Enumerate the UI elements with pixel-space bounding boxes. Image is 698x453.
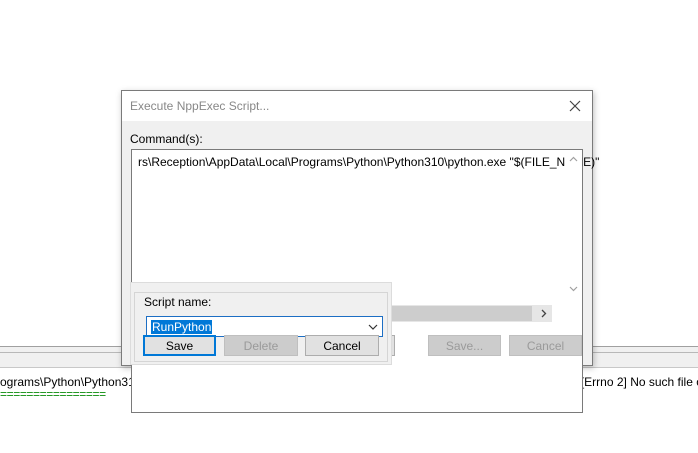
chevron-right-icon — [541, 309, 546, 318]
save-as-button[interactable]: Save... — [428, 335, 501, 356]
dialog-cancel-button[interactable]: Cancel — [509, 335, 582, 356]
save-button[interactable]: Save — [143, 335, 216, 356]
screen: ograms\Python\Python310\python.exe: can'… — [0, 0, 698, 453]
command-text: rs\Reception\AppData\Local\Programs\Pyth… — [138, 155, 600, 169]
close-icon — [569, 100, 581, 112]
scroll-up-button[interactable] — [565, 150, 582, 167]
script-name-label: Script name: — [141, 295, 215, 309]
chevron-down-icon — [368, 324, 378, 330]
commands-textarea[interactable]: rs\Reception\AppData\Local\Programs\Pyth… — [131, 149, 599, 413]
scroll-right-button[interactable] — [535, 305, 552, 322]
cancel-button[interactable]: Cancel — [305, 335, 379, 356]
combo-dropdown-button[interactable] — [367, 321, 379, 333]
script-name-value: RunPython — [151, 320, 213, 334]
horizontal-scroll-thumb[interactable] — [386, 306, 532, 321]
scroll-down-button[interactable] — [565, 280, 582, 297]
script-name-panel: Script name: RunPython Save Delete Cance… — [130, 282, 392, 365]
chevron-down-icon — [569, 286, 578, 291]
vertical-scrollbar[interactable] — [565, 150, 582, 412]
dialog-titlebar[interactable]: Execute NppExec Script... — [122, 91, 592, 121]
close-button[interactable] — [564, 95, 586, 117]
chevron-up-icon — [569, 156, 578, 161]
delete-button[interactable]: Delete — [224, 335, 298, 356]
horizontal-scrollbar[interactable] — [386, 305, 552, 322]
console-separator-line: ================ — [0, 387, 106, 401]
script-name-combobox[interactable]: RunPython — [146, 316, 383, 337]
dialog-title: Execute NppExec Script... — [130, 99, 270, 113]
commands-label: Command(s): — [130, 132, 203, 146]
